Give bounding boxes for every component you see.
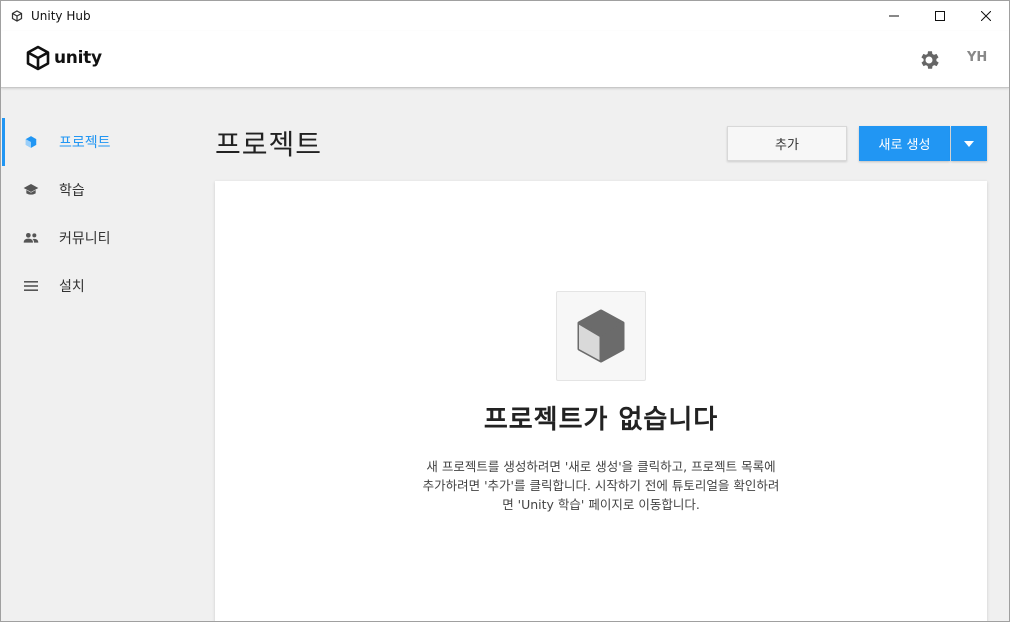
empty-state-illustration [556,291,646,381]
maximize-button[interactable] [917,1,963,31]
people-icon [23,230,39,246]
chevron-down-icon [964,140,974,147]
empty-state-description-line: 추가하려면 '추가'를 클릭합니다. 시작하기 전에 튜토리얼을 확인하려 [422,478,780,493]
settings-button[interactable] [917,48,941,72]
new-project-button[interactable]: 새로 생성 [859,126,950,161]
app-header: unity YH [1,31,1009,88]
sidebar-item-installs[interactable]: 설치 [1,262,201,310]
sidebar-item-label: 설치 [59,279,85,295]
sidebar-item-label: 프로젝트 [59,135,111,151]
close-icon [981,11,991,21]
unity-app-icon [11,9,25,23]
window-controls [871,1,1009,31]
graduation-cap-icon [23,182,39,198]
close-button[interactable] [963,1,1009,31]
avatar[interactable]: YH [967,50,987,65]
empty-state-description-line: 새 프로젝트를 생성하려면 '새로 생성'을 클릭하고, 프로젝트 목록에 [426,459,776,474]
sidebar-item-community[interactable]: 커뮤니티 [1,214,201,262]
projects-panel: 프로젝트가 없습니다 새 프로젝트를 생성하려면 '새로 생성'을 클릭하고, … [215,181,987,621]
logo-text: unity [54,48,102,68]
empty-state-title: 프로젝트가 없습니다 [483,405,719,435]
empty-state-description-line: 면 'Unity 학습' 페이지로 이동합니다. [502,497,700,512]
sidebar-item-label: 학습 [59,183,85,199]
unity-logo: unity [25,45,102,71]
cube-icon [23,134,39,150]
sidebar-item-learn[interactable]: 학습 [1,166,201,214]
sidebar-item-projects[interactable]: 프로젝트 [1,118,201,166]
page-title: 프로젝트 [215,128,323,161]
sidebar: 프로젝트 학습 커뮤니티 설치 [1,89,201,621]
cube-icon [577,309,625,363]
list-icon [23,278,39,294]
title-bar: Unity Hub [1,1,1009,31]
gear-icon [921,51,939,69]
minimize-button[interactable] [871,1,917,31]
sidebar-item-label: 커뮤니티 [59,231,111,247]
unity-logo-icon [26,45,50,71]
window-title: Unity Hub [31,9,91,23]
add-project-button[interactable]: 추가 [727,126,847,161]
new-project-dropdown-button[interactable] [951,126,987,161]
unity-hub-window: Unity Hub unity YH 프로젝트 학습 커뮤니티 설치 프로젝트 … [0,0,1010,622]
empty-state-description: 새 프로젝트를 생성하려면 '새로 생성'을 클릭하고, 프로젝트 목록에 추가… [381,457,821,514]
maximize-icon [935,11,945,21]
minimize-icon [889,15,899,17]
